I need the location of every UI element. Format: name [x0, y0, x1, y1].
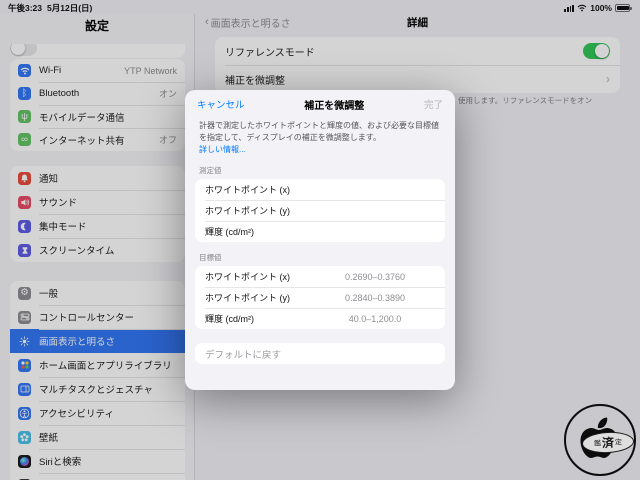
stamp-char-center: 済 — [601, 435, 615, 451]
field-label: 輝度 (cd/m²) — [205, 314, 254, 324]
fine-tune-calibration-modal: キャンセル 補正を微調整 完了 計器で測定したホワイトポイントと輝度の値、および… — [185, 90, 455, 390]
target-section-label: 目標値 — [199, 253, 222, 262]
cancel-button[interactable]: キャンセル — [197, 97, 245, 111]
field-label: ホワイトポイント (y) — [205, 293, 290, 303]
stamp-char-right: 定 — [614, 438, 623, 447]
modal-description: 計器で測定したホワイトポイントと輝度の値、および必要な目標値を指定して、ディスプ… — [199, 121, 439, 142]
target-group: ホワイトポイント (x) 0.2690–0.3760 ホワイトポイント (y) … — [195, 266, 445, 329]
ipad-settings-screen: 午後3:23 5月12日(日) 100% 設定 ✈ — [0, 0, 640, 480]
field-label: ホワイトポイント (x) — [205, 185, 290, 195]
certification-watermark: 鑑 済 定 — [564, 404, 636, 476]
field-label: ホワイトポイント (x) — [205, 272, 290, 282]
measured-group: ホワイトポイント (x) ホワイトポイント (y) 輝度 (cd/m²) — [195, 179, 445, 242]
measured-white-point-x-field[interactable]: ホワイトポイント (x) — [195, 179, 445, 200]
modal-title: 補正を微調整 — [304, 100, 365, 112]
field-label: 輝度 (cd/m²) — [205, 227, 254, 237]
stamp-char-left: 鑑 — [593, 439, 602, 448]
field-label: ホワイトポイント (y) — [205, 206, 290, 216]
field-range-value: 0.2690–0.3760 — [344, 271, 406, 282]
measured-section-label: 測定値 — [199, 166, 222, 175]
reset-defaults-label: デフォルトに戻す — [205, 349, 282, 361]
reset-defaults-button[interactable]: デフォルトに戻す — [195, 343, 445, 364]
measured-white-point-y-field[interactable]: ホワイトポイント (y) — [195, 200, 445, 221]
measured-luminance-field[interactable]: 輝度 (cd/m²) — [195, 221, 445, 242]
modal-header: キャンセル 補正を微調整 完了 — [185, 90, 455, 118]
field-range-value: 0.2840–0.3890 — [344, 292, 406, 303]
reset-group: デフォルトに戻す — [195, 343, 445, 364]
target-white-point-x-field[interactable]: ホワイトポイント (x) 0.2690–0.3760 — [195, 266, 445, 287]
more-info-link[interactable]: 詳しい情報... — [199, 144, 441, 155]
target-luminance-field[interactable]: 輝度 (cd/m²) 40.0–1,200.0 — [195, 308, 445, 329]
field-range-value: 40.0–1,200.0 — [348, 313, 402, 324]
target-white-point-y-field[interactable]: ホワイトポイント (y) 0.2840–0.3890 — [195, 287, 445, 308]
done-button[interactable]: 完了 — [424, 97, 443, 111]
